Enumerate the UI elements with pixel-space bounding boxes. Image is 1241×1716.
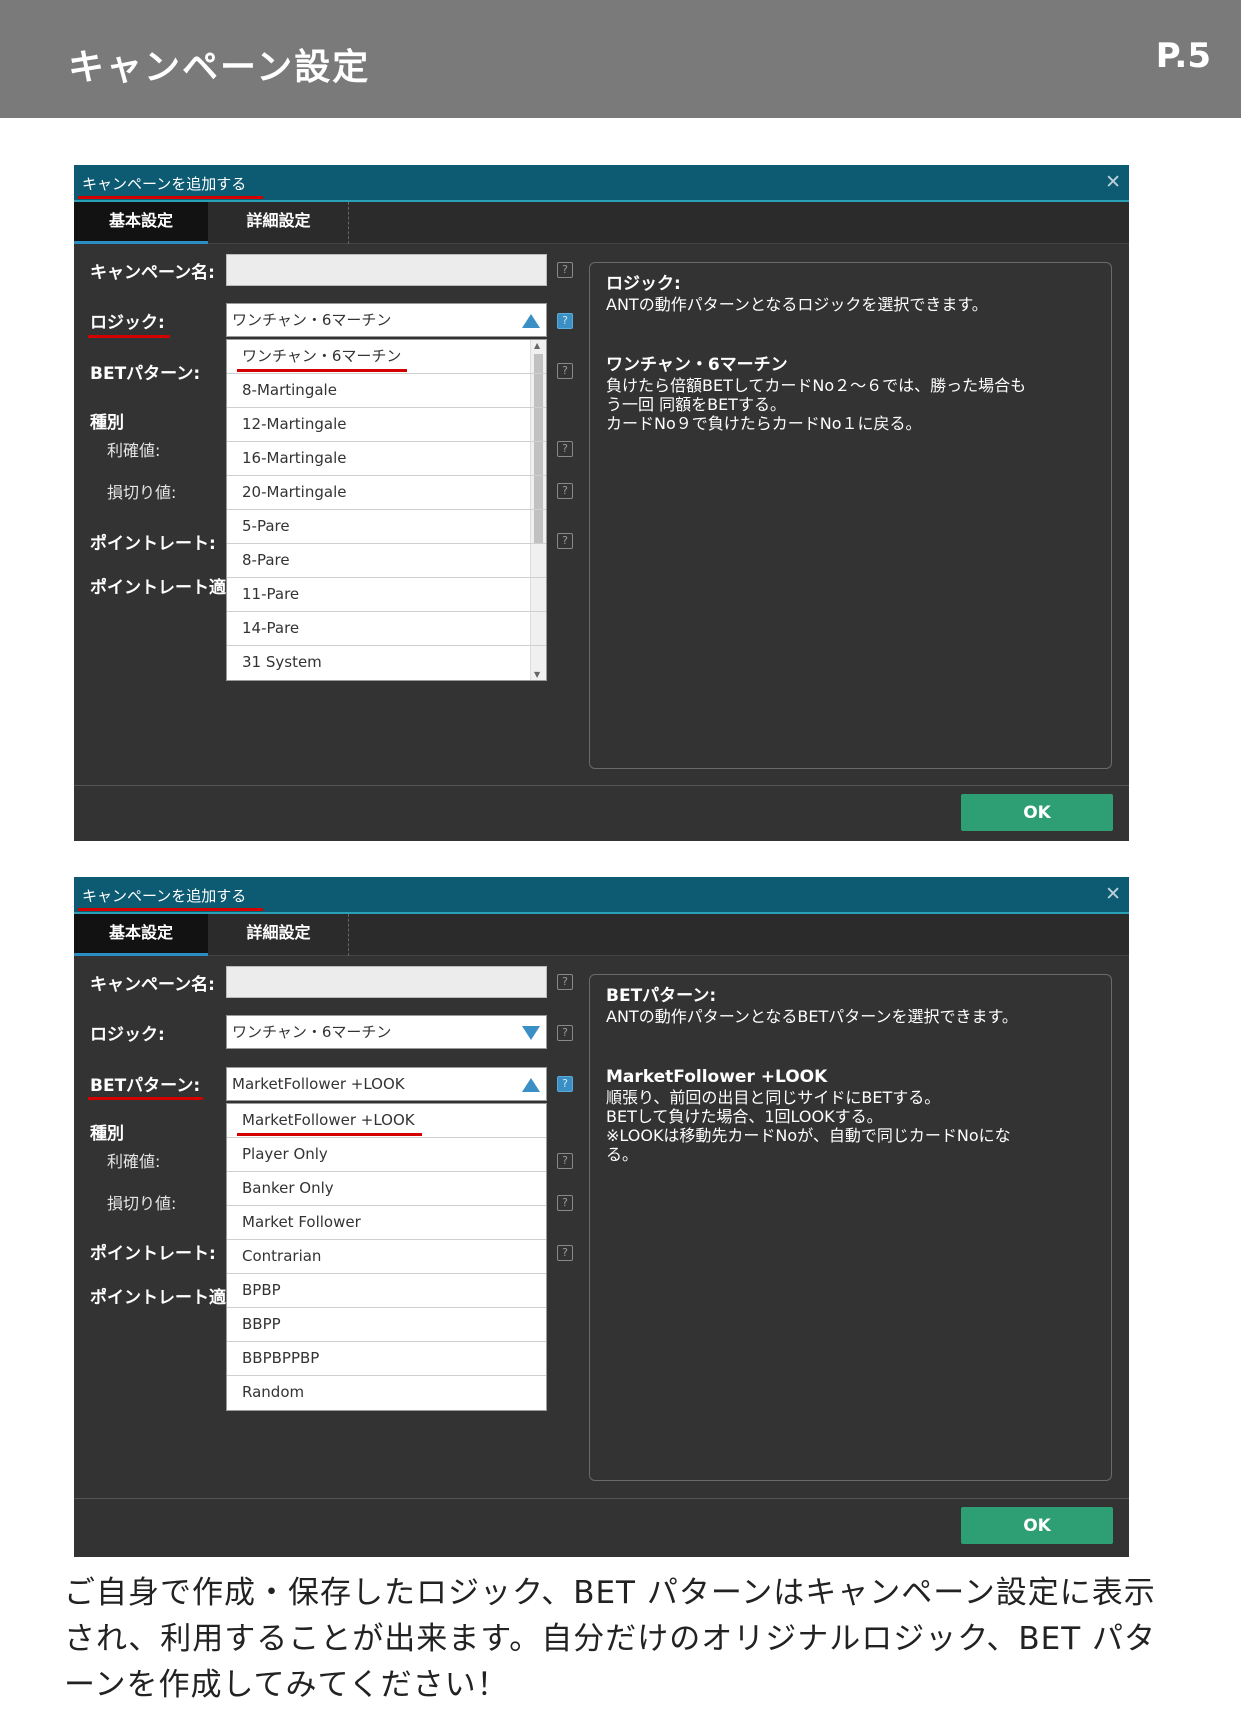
bet-pattern-select[interactable]: MarketFollower +LOOK	[226, 1067, 547, 1101]
page-number: P.5	[1155, 36, 1211, 76]
logic-label: ロジック:	[90, 1025, 165, 1045]
help-icon[interactable]: ?	[557, 1245, 573, 1261]
campaign-name-input[interactable]	[226, 966, 547, 998]
type-label: 種別	[90, 413, 124, 433]
logic-dropdown-list: ▲ ▼ ワンチャン・6マーチン 8-Martingale 12-Martingale…	[226, 339, 547, 681]
logic-select[interactable]: ワンチャン・6マーチン	[226, 303, 547, 337]
info-description: 順張り、前回の出目と同じサイドにBETする。 BETして負けた場合、1回LOOK…	[606, 1088, 1011, 1164]
tab-bar: 基本設定 詳細設定	[74, 914, 1129, 956]
help-icon[interactable]: ?	[557, 483, 573, 499]
dropdown-option[interactable]: 8-Pare	[227, 544, 546, 578]
tab-detail-settings[interactable]: 詳細設定	[209, 914, 349, 956]
bet-pattern-label-underline	[88, 1097, 203, 1100]
info-description: 負けたら倍額BETしてカードNo２～６では、勝った場合も う一回 同額をBETす…	[606, 376, 1027, 433]
dropdown-option[interactable]: Banker Only	[227, 1172, 546, 1206]
info-panel: BETパターン: ANTの動作パターンとなるBETパターンを選択できます。 Ma…	[589, 974, 1112, 1481]
info-subheading: MarketFollower +LOOK	[606, 1067, 828, 1087]
dropdown-option[interactable]: Random	[227, 1376, 546, 1410]
dropdown-option[interactable]: 11-Pare	[227, 578, 546, 612]
info-subheading: ワンチャン・6マーチン	[606, 355, 788, 375]
dropdown-option[interactable]: 8-Martingale	[227, 374, 546, 408]
logic-select-value: ワンチャン・6マーチン	[232, 1023, 392, 1041]
point-rate-label: ポイントレート:	[90, 1244, 216, 1264]
chevron-up-icon	[522, 314, 540, 328]
point-rate-apply-label: ポイントレート適	[90, 1288, 226, 1308]
info-text: ANTの動作パターンとなるBETパターンを選択できます。	[606, 1007, 1018, 1026]
dialog-titlebar: キャンペーンを追加する ✕	[74, 165, 1129, 202]
type-label: 種別	[90, 1124, 124, 1144]
dropdown-option[interactable]: 16-Martingale	[227, 442, 546, 476]
tab-bar: 基本設定 詳細設定	[74, 202, 1129, 244]
info-panel: ロジック: ANTの動作パターンとなるロジックを選択できます。 ワンチャン・6マ…	[589, 262, 1112, 769]
dropdown-option[interactable]: 5-Pare	[227, 510, 546, 544]
logic-label-underline	[88, 335, 170, 338]
selected-option-underline	[237, 369, 407, 372]
dialog-footer: OK	[74, 1498, 1129, 1554]
title-highlight-underline	[78, 908, 263, 911]
logic-select[interactable]: ワンチャン・6マーチン	[226, 1015, 547, 1049]
dialog-footer: OK	[74, 785, 1129, 841]
help-icon[interactable]: ?	[557, 313, 573, 329]
footnote-text: ご自身で作成・保存したロジック、BET パターンはキャンペーン設定に表示され、利…	[64, 1575, 1157, 1703]
dropdown-option[interactable]: 31 System	[227, 646, 546, 680]
info-heading: BETパターン:	[606, 986, 717, 1006]
close-icon[interactable]: ✕	[1105, 171, 1121, 193]
info-text: ANTの動作パターンとなるロジックを選択できます。	[606, 295, 988, 314]
dropdown-option[interactable]: BBPBPPBP	[227, 1342, 546, 1376]
dialog-title: キャンペーンを追加する	[82, 175, 247, 193]
dropdown-option[interactable]: ワンチャン・6マーチン	[227, 340, 546, 374]
profit-label: 利確値:	[107, 441, 161, 460]
dialog-titlebar: キャンペーンを追加する ✕	[74, 877, 1129, 914]
dropdown-option[interactable]: BBPP	[227, 1308, 546, 1342]
bet-pattern-dropdown-list: MarketFollower +LOOK Player Only Banker On…	[226, 1103, 547, 1411]
tab-basic-settings[interactable]: 基本設定	[74, 202, 208, 244]
help-icon[interactable]: ?	[557, 441, 573, 457]
logic-label: ロジック:	[90, 313, 165, 333]
ok-button[interactable]: OK	[961, 1507, 1113, 1544]
logic-select-value: ワンチャン・6マーチン	[232, 311, 392, 329]
help-icon[interactable]: ?	[557, 1153, 573, 1169]
campaign-name-label: キャンペーン名:	[90, 263, 215, 283]
dropdown-option[interactable]: 12-Martingale	[227, 408, 546, 442]
campaign-name-input[interactable]	[226, 254, 547, 286]
dropdown-option[interactable]: 20-Martingale	[227, 476, 546, 510]
profit-label: 利確値:	[107, 1152, 161, 1171]
stop-loss-label: 損切り値:	[107, 1194, 177, 1213]
stop-loss-label: 損切り値:	[107, 483, 177, 502]
help-icon[interactable]: ?	[557, 1076, 573, 1092]
chevron-up-icon	[522, 1078, 540, 1092]
help-icon[interactable]: ?	[557, 533, 573, 549]
add-campaign-dialog-bet-pattern: キャンペーンを追加する ✕ 基本設定 詳細設定 キャンペーン名: ? ロジック:…	[74, 877, 1129, 1557]
dropdown-option[interactable]: BPBP	[227, 1274, 546, 1308]
help-icon[interactable]: ?	[557, 262, 573, 278]
info-heading: ロジック:	[606, 274, 681, 294]
close-icon[interactable]: ✕	[1105, 883, 1121, 905]
bet-pattern-select-value: MarketFollower +LOOK	[232, 1075, 405, 1093]
help-icon[interactable]: ?	[557, 1195, 573, 1211]
page-header: キャンペーン設定 P.5	[0, 0, 1241, 118]
campaign-name-label: キャンペーン名:	[90, 975, 215, 995]
bet-pattern-label: BETパターン:	[90, 1076, 201, 1096]
ok-button[interactable]: OK	[961, 794, 1113, 831]
chevron-down-icon	[522, 1026, 540, 1040]
dropdown-option[interactable]: MarketFollower +LOOK	[227, 1104, 546, 1138]
tab-basic-settings[interactable]: 基本設定	[74, 914, 208, 956]
add-campaign-dialog-logic: キャンペーンを追加する ✕ 基本設定 詳細設定 キャンペーン名: ? ロジック:…	[74, 165, 1129, 841]
tab-detail-settings[interactable]: 詳細設定	[209, 202, 349, 244]
title-highlight-underline	[78, 196, 263, 199]
page-title: キャンペーン設定	[68, 47, 371, 88]
help-icon[interactable]: ?	[557, 974, 573, 990]
help-icon[interactable]: ?	[557, 1025, 573, 1041]
dropdown-option[interactable]: Contrarian	[227, 1240, 546, 1274]
point-rate-apply-label: ポイントレート適	[90, 578, 226, 598]
dialog-title: キャンペーンを追加する	[82, 887, 247, 905]
dropdown-option[interactable]: 14-Pare	[227, 612, 546, 646]
point-rate-label: ポイントレート:	[90, 534, 216, 554]
dropdown-option[interactable]: Player Only	[227, 1138, 546, 1172]
bet-pattern-label: BETパターン:	[90, 364, 201, 384]
dropdown-option[interactable]: Market Follower	[227, 1206, 546, 1240]
help-icon[interactable]: ?	[557, 363, 573, 379]
selected-option-underline	[237, 1133, 422, 1136]
